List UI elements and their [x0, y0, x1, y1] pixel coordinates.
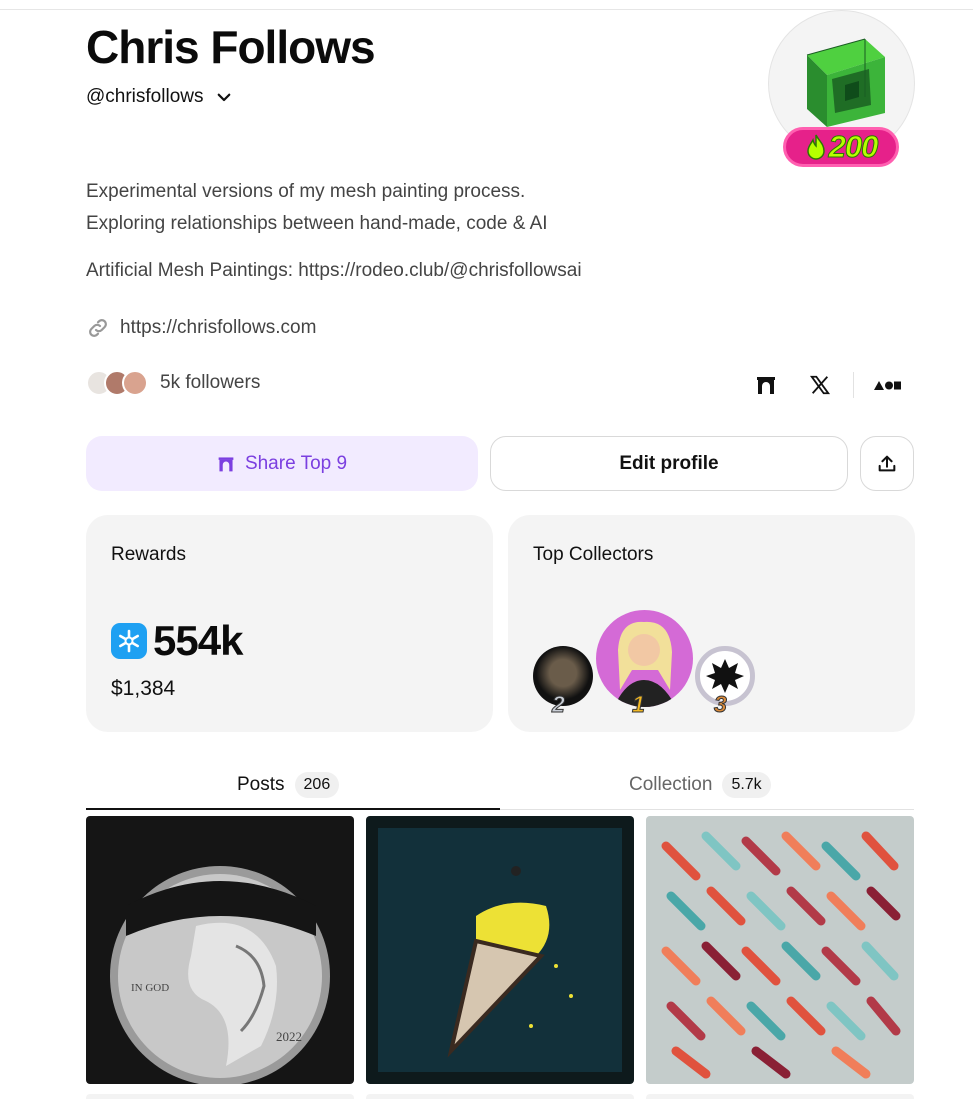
bio: Experimental versions of my mesh paintin… [86, 176, 548, 240]
active-tab-indicator [86, 808, 500, 810]
follower-avatar [122, 370, 148, 396]
share-top9-label: Share Top 9 [244, 452, 348, 474]
website-url: https://chrisfollows.com [120, 317, 317, 338]
arch-icon[interactable] [752, 370, 780, 400]
svg-text:IN GOD: IN GOD [131, 982, 169, 994]
cube-artwork [806, 38, 885, 127]
tab-posts[interactable]: Posts 206 [237, 762, 340, 808]
bio-line: Experimental versions of my mesh paintin… [86, 181, 526, 202]
rewards-card[interactable]: Rewards 554k $1,384 [86, 515, 493, 732]
chevron-down-icon [218, 93, 231, 102]
level-number: 200 [828, 129, 879, 165]
top-collectors-title: Top Collectors [533, 544, 654, 565]
share-button[interactable] [860, 436, 914, 491]
rewards-amount: 554k [111, 617, 243, 665]
followers-link[interactable]: 5k followers [86, 370, 260, 396]
svg-text:2022: 2022 [276, 1029, 302, 1044]
post-thumbnail[interactable] [646, 1094, 914, 1099]
post-thumbnail[interactable]: IN GOD 2022 [86, 816, 354, 1084]
tab-count: 206 [294, 772, 340, 798]
top-collectors-card: Top Collectors 2 1 3 [508, 515, 915, 732]
collector-rank-3: 3 [714, 691, 728, 718]
snowflake-icon [111, 623, 147, 659]
arch-icon [218, 456, 234, 471]
upload-icon [878, 455, 896, 471]
flame-icon [806, 134, 825, 160]
tab-count: 5.7k [722, 772, 771, 798]
profile-name: Chris Follows [86, 21, 376, 73]
mesh-strokes-artwork [646, 816, 914, 1084]
share-top9-button[interactable]: Share Top 9 [86, 436, 478, 491]
tab-collection[interactable]: Collection 5.7k [629, 762, 771, 808]
profile-handle: @chrisfollows [86, 86, 204, 107]
bio-link-line: Artificial Mesh Paintings: https://rodeo… [86, 260, 582, 281]
post-thumbnail[interactable] [366, 1094, 634, 1099]
ice-cream-artwork [366, 816, 634, 1084]
link-icon [89, 319, 107, 337]
edit-profile-button[interactable]: Edit profile [490, 436, 848, 491]
website-link[interactable]: https://chrisfollows.com [86, 316, 316, 340]
rewards-title: Rewards [111, 544, 186, 565]
profile-avatar[interactable]: 200 [768, 10, 915, 167]
follower-avatars [86, 370, 148, 396]
x-logo-icon[interactable] [806, 370, 834, 400]
coin-artwork: IN GOD 2022 [86, 816, 354, 1084]
aeon-icon[interactable] [872, 370, 902, 400]
post-thumbnail[interactable] [646, 816, 914, 1084]
top-divider [0, 9, 973, 10]
bio-line: Exploring relationships between hand-mad… [86, 213, 548, 234]
level-badge: 200 [783, 127, 899, 167]
tab-label: Posts [237, 774, 285, 795]
rewards-value: 554k [153, 617, 243, 664]
post-thumbnail[interactable] [366, 816, 634, 1084]
collector-rank-2: 2 [552, 691, 566, 718]
social-divider [853, 372, 854, 398]
collector-rank-1: 1 [632, 691, 646, 718]
rewards-usd: $1,384 [111, 677, 176, 700]
followers-count: 5k followers [160, 372, 261, 393]
tab-label: Collection [629, 774, 713, 795]
post-thumbnail[interactable] [86, 1094, 354, 1099]
account-switcher[interactable]: @chrisfollows [86, 86, 233, 108]
